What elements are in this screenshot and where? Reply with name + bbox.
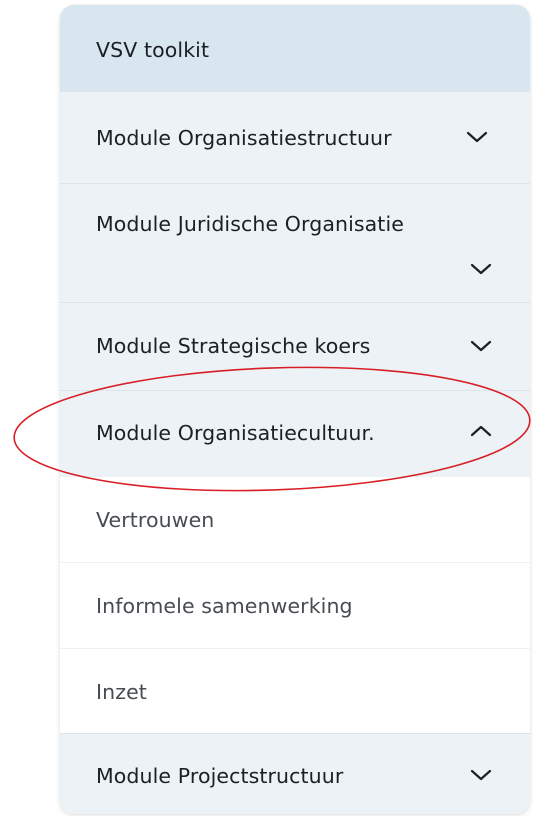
submenu-item-informele-samenwerking[interactable]: Informele samenwerking (60, 562, 530, 648)
submenu-item-label: Informele samenwerking (96, 594, 353, 618)
menu-item-module-strategische-koers[interactable]: Module Strategische koers (60, 302, 530, 390)
menu-item-label: Module Projectstructuur (96, 764, 344, 788)
chevron-down-icon[interactable] (466, 130, 488, 144)
chevron-down-icon[interactable] (470, 262, 492, 276)
toolkit-navigation-menu: VSV toolkit Module Organisatiestructuur … (60, 5, 530, 814)
menu-item-label: Module Juridische Organisatie (96, 212, 404, 236)
chevron-up-icon[interactable] (470, 424, 492, 438)
chevron-down-icon[interactable] (470, 339, 492, 353)
menu-title-label: VSV toolkit (96, 38, 210, 62)
submenu-item-label: Vertrouwen (96, 508, 215, 532)
menu-item-module-juridische-organisatie[interactable]: Module Juridische Organisatie (60, 183, 530, 302)
menu-item-module-projectstructuur[interactable]: Module Projectstructuur (60, 733, 530, 814)
chevron-down-icon[interactable] (470, 768, 492, 782)
submenu-item-inzet[interactable]: Inzet (60, 648, 530, 733)
screenshot-stage: VSV toolkit Module Organisatiestructuur … (0, 0, 533, 816)
menu-item-module-organisatiestructuur[interactable]: Module Organisatiestructuur (60, 91, 530, 183)
menu-item-label: Module Organisatiecultuur. (96, 421, 375, 445)
menu-item-label: Module Strategische koers (96, 334, 371, 358)
submenu-item-label: Inzet (96, 680, 147, 704)
menu-item-label: Module Organisatiestructuur (96, 126, 392, 150)
menu-title[interactable]: VSV toolkit (60, 5, 530, 91)
submenu-item-vertrouwen[interactable]: Vertrouwen (60, 477, 530, 562)
menu-item-module-organisatiecultuur[interactable]: Module Organisatiecultuur. (60, 390, 530, 477)
